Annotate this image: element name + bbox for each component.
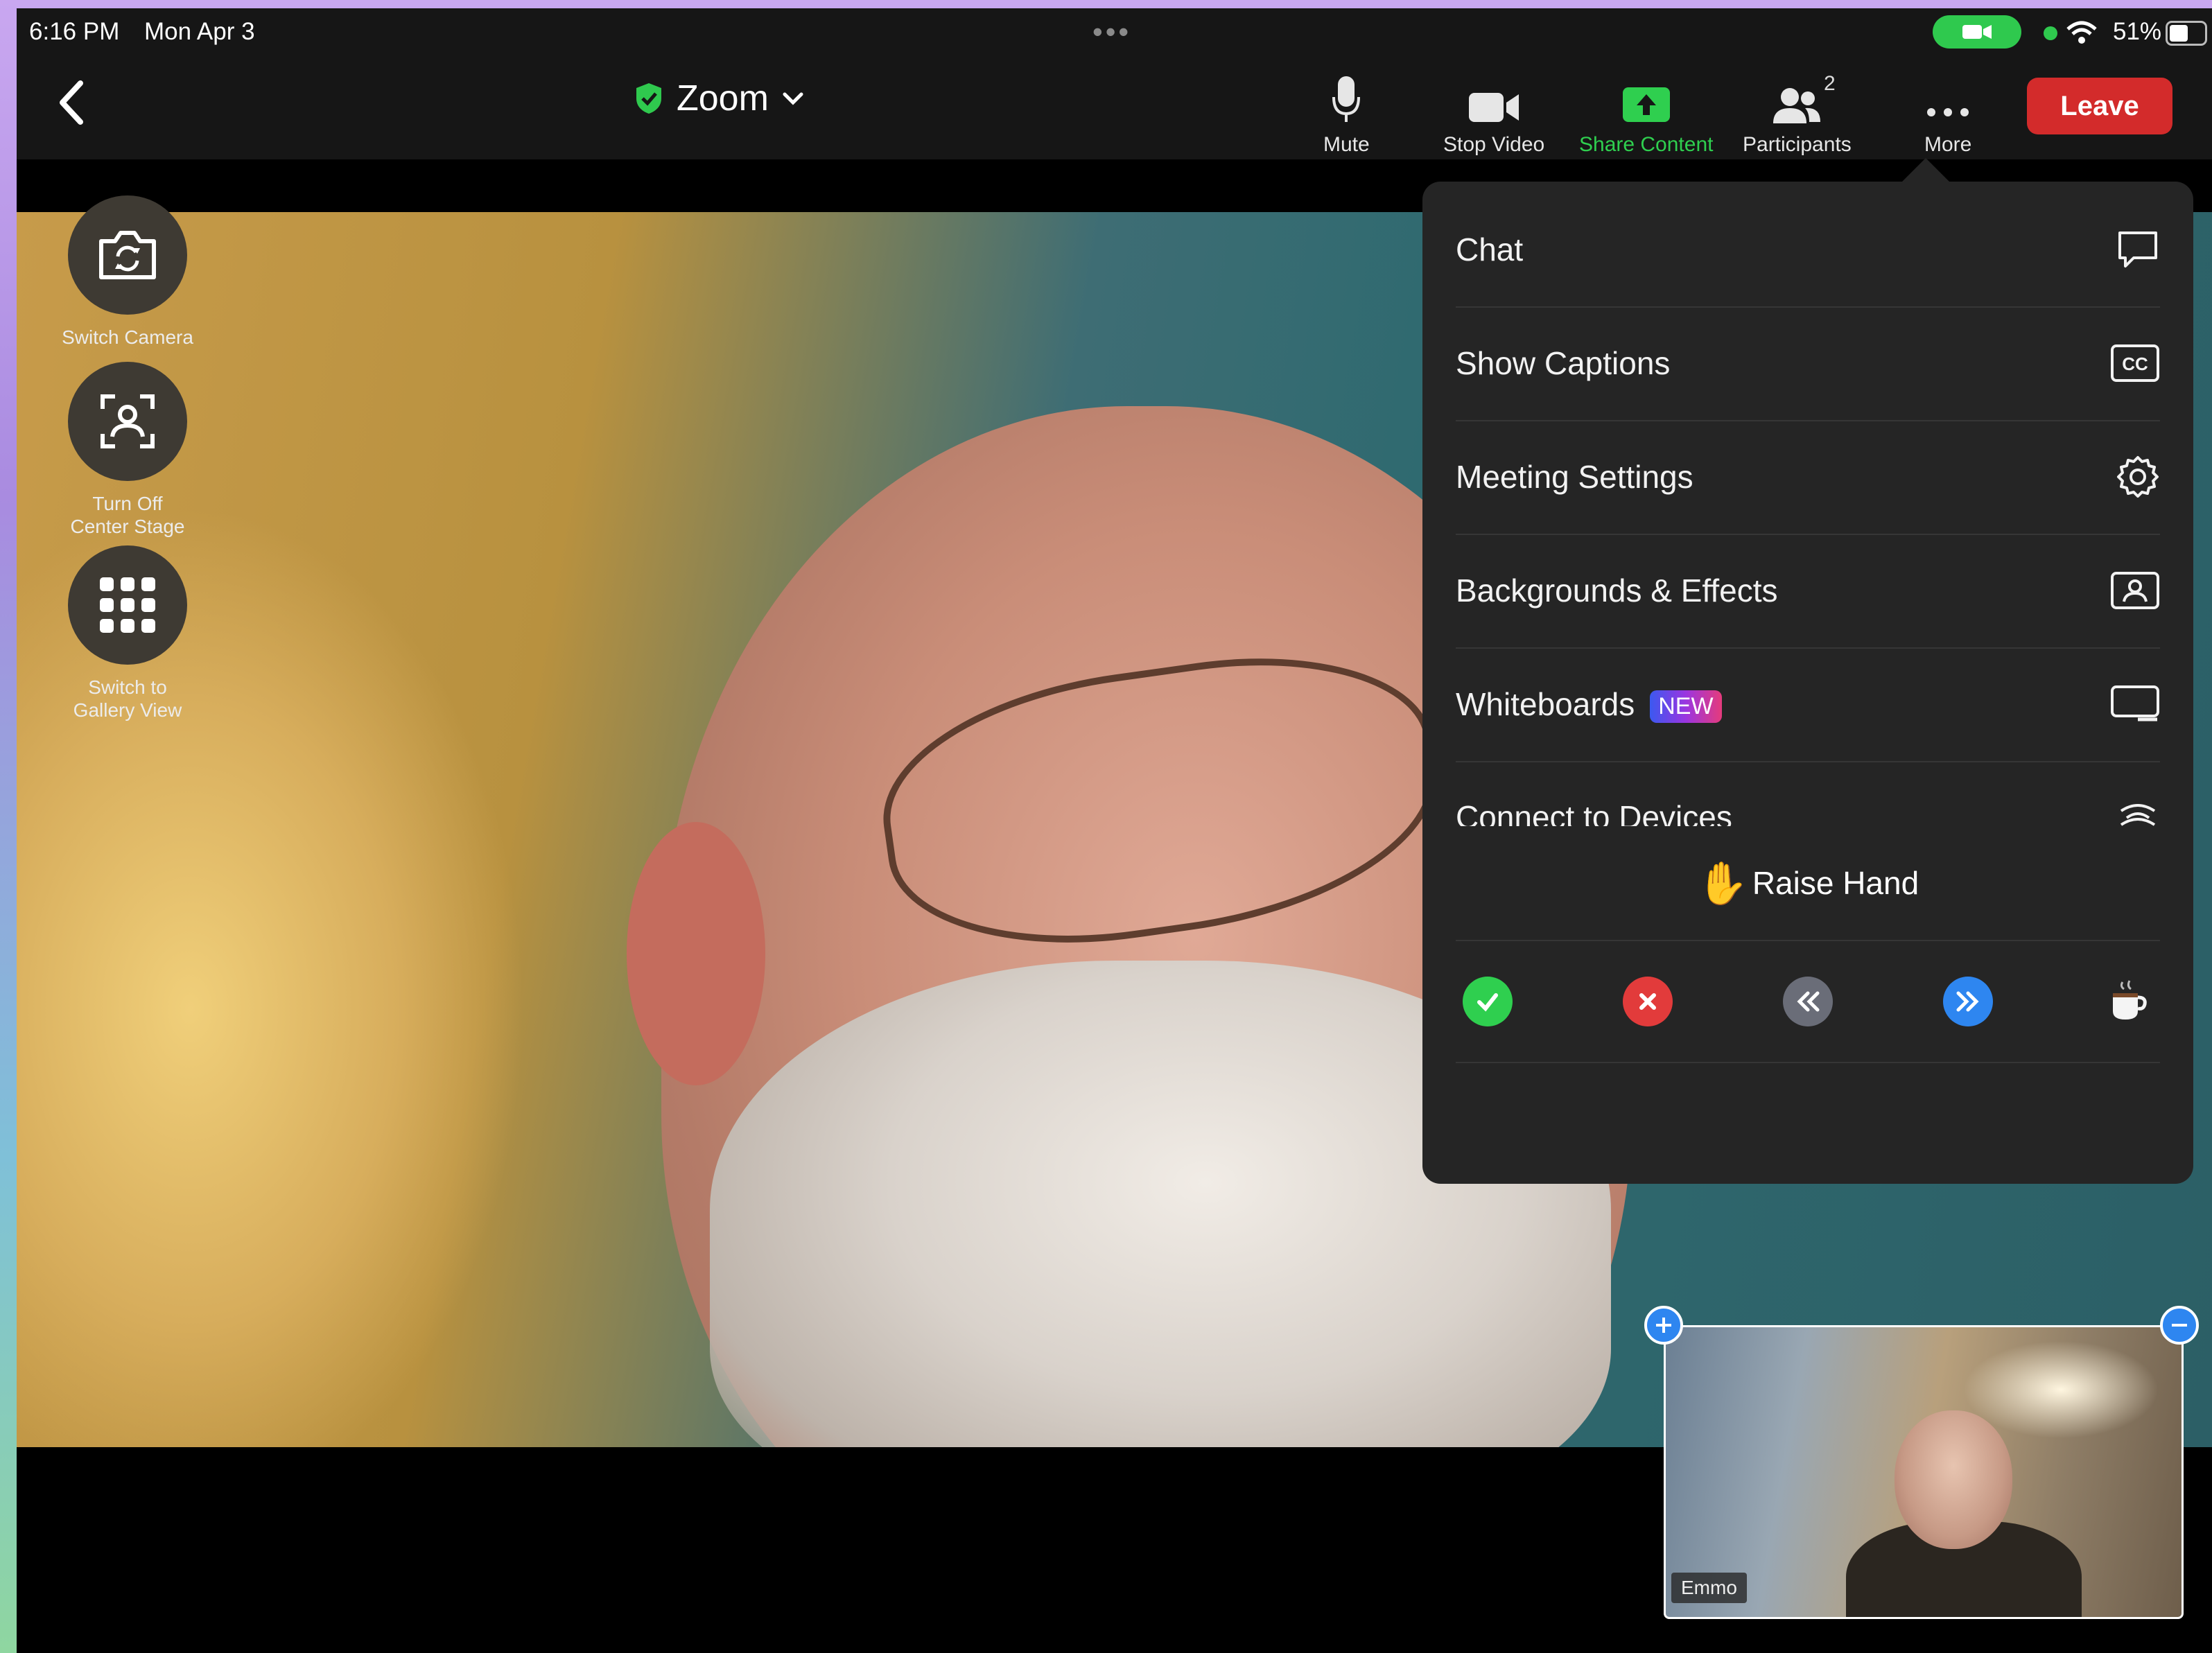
speaker-ear bbox=[627, 822, 765, 1085]
whiteboard-icon bbox=[2111, 685, 2159, 721]
participants-count: 2 bbox=[1824, 72, 1836, 95]
x-icon[interactable] bbox=[1623, 977, 1673, 1026]
stop-video-button[interactable]: Stop Video bbox=[1443, 71, 1544, 157]
more-button[interactable]: More bbox=[1924, 71, 1971, 157]
meeting-title-text: Zoom bbox=[677, 78, 769, 119]
switch-camera-label: Switch Camera bbox=[62, 326, 193, 348]
new-badge: NEW bbox=[1650, 690, 1722, 724]
wifi-icon bbox=[2066, 21, 2097, 44]
share-content-button[interactable]: Share Content bbox=[1579, 71, 1713, 157]
participants-label: Participants bbox=[1743, 133, 1852, 156]
switch-camera-button[interactable]: Switch Camera bbox=[51, 195, 204, 349]
minus-icon[interactable] bbox=[2160, 1306, 2199, 1345]
gallery-view-button[interactable]: Switch to Gallery View bbox=[51, 545, 204, 721]
menu-item-meeting-settings[interactable]: Meeting Settings bbox=[1456, 420, 2160, 535]
menu-item-connect-devices[interactable]: Connect to Devices bbox=[1456, 761, 2160, 826]
menu-item-whiteboards[interactable]: Whiteboards NEW bbox=[1456, 647, 2160, 762]
meeting-title[interactable]: Zoom bbox=[634, 78, 805, 119]
menu-item-label: Meeting Settings bbox=[1456, 459, 1693, 495]
more-label: More bbox=[1924, 133, 1972, 156]
menu-item-chat[interactable]: Chat bbox=[1456, 193, 2160, 308]
more-menu: Chat Show Captions CC Meeting Settings B… bbox=[1422, 182, 2193, 1184]
wireless-icon bbox=[2120, 804, 2156, 826]
menu-pointer bbox=[1899, 158, 1952, 184]
chat-bubble-icon bbox=[2118, 231, 2157, 268]
nonverbal-feedback-row bbox=[1456, 941, 2160, 1063]
video-camera-icon bbox=[1469, 93, 1519, 122]
status-date: Mon Apr 3 bbox=[144, 18, 255, 45]
back-chevron-icon[interactable] bbox=[50, 75, 92, 130]
grid-icon bbox=[68, 545, 187, 665]
microphone-icon bbox=[1332, 76, 1361, 122]
battery-percent: 51% bbox=[2113, 18, 2162, 45]
raised-hand-icon: ✋ bbox=[1696, 859, 1749, 908]
check-icon[interactable] bbox=[1463, 977, 1513, 1026]
ipad-screen: 6:16 PM Mon Apr 3 ••• 51% Zoom Mute Stop… bbox=[17, 8, 2212, 1653]
center-stage-label-line1: Turn Off bbox=[92, 493, 163, 514]
gallery-label-line1: Switch to bbox=[88, 676, 167, 698]
coffee-icon[interactable] bbox=[2103, 977, 2153, 1026]
center-stage-label-line2: Center Stage bbox=[70, 516, 185, 537]
mic-indicator-dot bbox=[2044, 26, 2057, 40]
self-view-video[interactable]: Emmo bbox=[1664, 1325, 2184, 1619]
shield-check-icon bbox=[636, 83, 661, 114]
stop-video-label: Stop Video bbox=[1443, 133, 1545, 156]
menu-item-label: Show Captions bbox=[1456, 345, 1671, 381]
gallery-label-line2: Gallery View bbox=[73, 699, 182, 721]
raise-hand-label: Raise Hand bbox=[1752, 865, 1919, 901]
menu-item-label: Backgrounds & Effects bbox=[1456, 572, 1778, 609]
raise-hand-button[interactable]: ✋ Raise Hand bbox=[1456, 826, 2160, 941]
self-view-name: Emmo bbox=[1671, 1573, 1747, 1603]
center-stage-icon bbox=[68, 362, 187, 481]
leave-button[interactable]: Leave bbox=[2027, 78, 2172, 134]
multitasking-dots-icon[interactable]: ••• bbox=[1092, 15, 1131, 49]
camera-in-use-indicator-icon bbox=[1933, 15, 2021, 49]
svg-text:CC: CC bbox=[2122, 353, 2148, 374]
faster-icon[interactable] bbox=[1943, 977, 1993, 1026]
share-content-label: Share Content bbox=[1579, 133, 1714, 156]
menu-item-label: Connect to Devices bbox=[1456, 799, 1732, 826]
ellipsis-icon bbox=[1927, 108, 1969, 116]
battery-icon bbox=[2166, 21, 2207, 46]
mute-button[interactable]: Mute bbox=[1323, 71, 1370, 157]
status-time: 6:16 PM bbox=[29, 18, 120, 45]
mute-label: Mute bbox=[1323, 133, 1370, 156]
top-bar: 6:16 PM Mon Apr 3 ••• 51% Zoom Mute Stop… bbox=[17, 8, 2212, 159]
menu-item-show-captions[interactable]: Show Captions CC bbox=[1456, 306, 2160, 421]
share-screen-icon bbox=[1622, 87, 1670, 122]
center-stage-button[interactable]: Turn Off Center Stage bbox=[51, 362, 204, 538]
menu-item-backgrounds-effects[interactable]: Backgrounds & Effects bbox=[1456, 534, 2160, 649]
slower-icon[interactable] bbox=[1783, 977, 1833, 1026]
menu-item-label: Whiteboards bbox=[1456, 685, 1635, 722]
cc-icon: CC bbox=[2111, 344, 2159, 382]
switch-camera-icon bbox=[68, 195, 187, 315]
chevron-down-icon bbox=[783, 92, 803, 105]
portrait-icon bbox=[2111, 572, 2159, 609]
gear-icon bbox=[2117, 456, 2159, 498]
participants-icon bbox=[1773, 88, 1821, 123]
menu-item-label: Chat bbox=[1456, 231, 1524, 268]
self-view-face bbox=[1895, 1410, 2012, 1549]
plus-icon[interactable] bbox=[1644, 1306, 1683, 1345]
